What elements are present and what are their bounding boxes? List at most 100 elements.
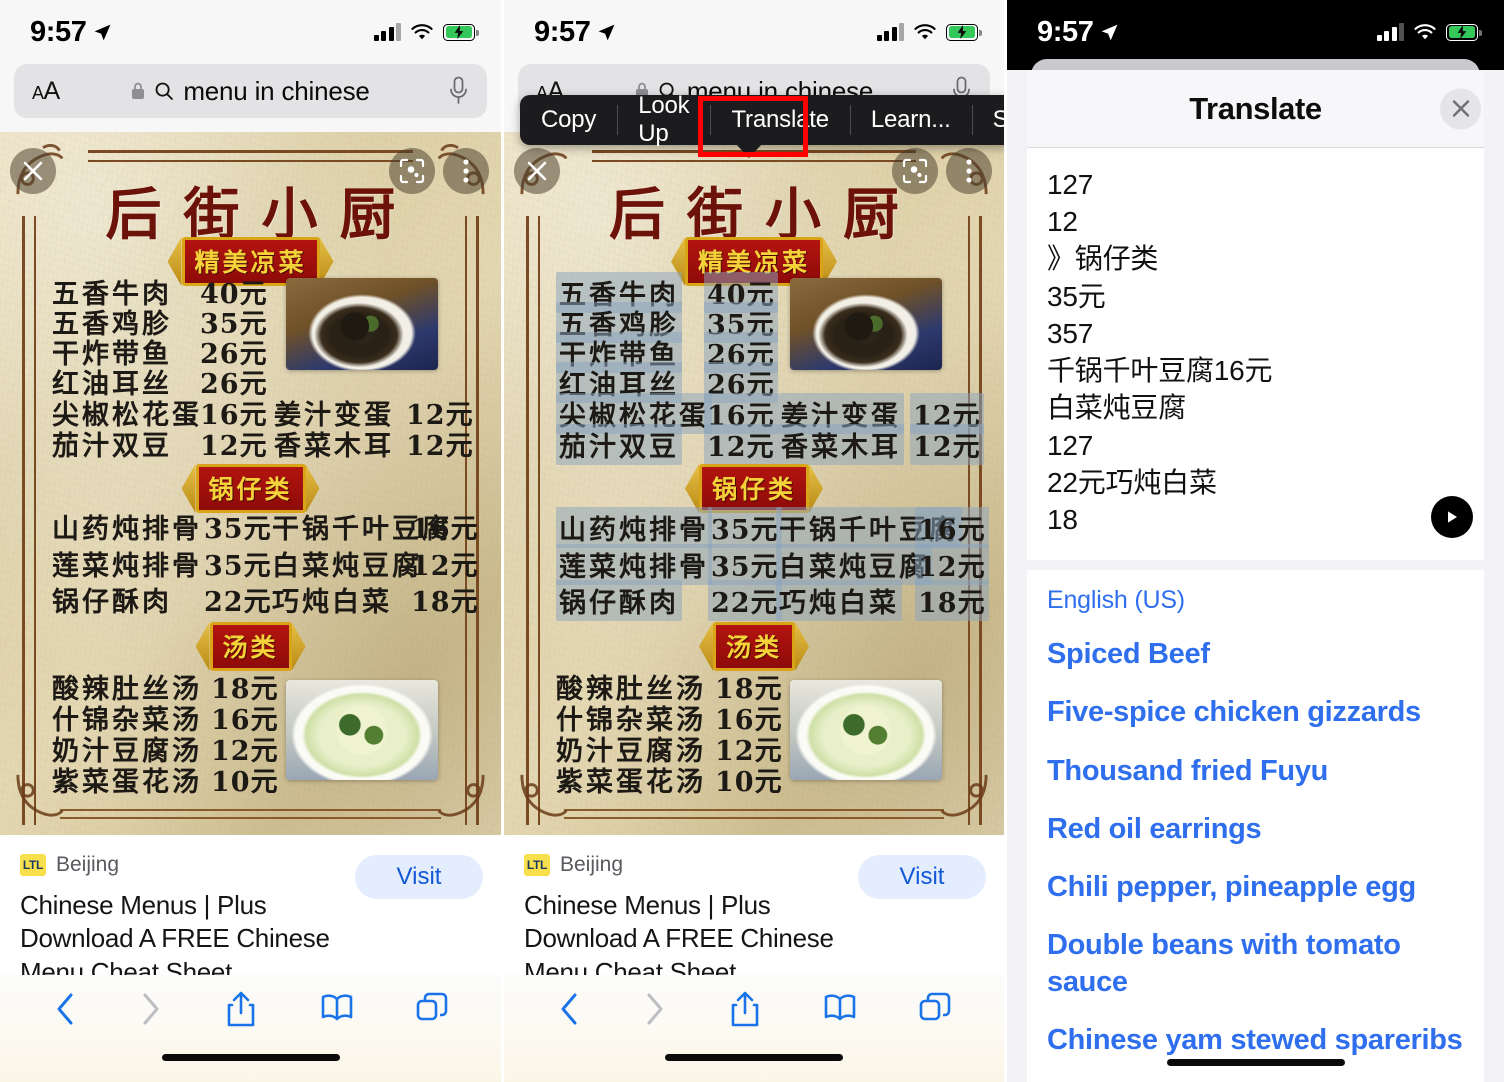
- visit-button[interactable]: Visit: [858, 855, 986, 899]
- menu-item-name[interactable]: 巧炖白菜: [776, 580, 902, 621]
- text-size-button[interactable]: AA: [32, 77, 60, 106]
- menu-item-price[interactable]: 16元: [915, 507, 989, 548]
- context-menu-item-copy[interactable]: Copy: [520, 95, 617, 145]
- lock-icon: [132, 82, 145, 99]
- menu-photo[interactable]: 后街小厨 精美凉菜 五香牛肉 40元 五香鸡胗 35元 干炸带鱼 26元 红油耳…: [0, 132, 501, 835]
- menu-item-price[interactable]: 12元: [910, 424, 984, 465]
- browser-toolbar: [0, 975, 501, 1082]
- menu-item-price: 35元: [204, 514, 272, 545]
- panel-translate-sheet: 9:57 Translate 127 12 》锅仔类 35元 357 千锅千叶豆…: [1004, 0, 1504, 1082]
- menu-item-name[interactable]: 白菜炖豆腐: [776, 544, 932, 585]
- menu-photo[interactable]: 后街小厨 精美凉菜 五香牛肉 40元 五香鸡胗 35元 干炸带鱼 26元 红油耳…: [504, 132, 1004, 835]
- menu-item-price[interactable]: 12元: [704, 424, 778, 465]
- browser-toolbar: [504, 975, 1004, 1082]
- panel-safari-image-result: 9:57 AA menu in chinese 后街小厨 精美凉菜 五香牛肉 4…: [0, 0, 501, 1082]
- play-icon[interactable]: [1431, 496, 1473, 539]
- menu-item-name: 白菜炖豆腐: [272, 551, 422, 582]
- chevron-right-icon: [139, 989, 163, 1029]
- translation-item[interactable]: Chili pepper, pineapple egg: [1047, 869, 1464, 906]
- status-time: 9:57: [30, 15, 87, 48]
- context-menu-item-learn[interactable]: Learn...: [849, 95, 972, 145]
- tabs-icon[interactable]: [919, 989, 951, 1029]
- translated-text-panel: English (US) Spiced Beef Five-spice chic…: [1007, 570, 1504, 1082]
- status-bar-left: 9:57: [534, 16, 616, 49]
- cellular-bars-icon: [373, 23, 401, 41]
- search-query-text: menu in chinese: [183, 75, 370, 106]
- address-bar[interactable]: AA menu in chinese: [14, 64, 487, 118]
- ornament-icon: [437, 774, 485, 817]
- translate-sheet-header: Translate: [1007, 70, 1504, 148]
- share-icon[interactable]: [225, 989, 257, 1029]
- menu-top-rule: [88, 150, 413, 169]
- chevron-left-icon[interactable]: [557, 989, 581, 1029]
- result-title[interactable]: Chinese Menus | Plus Download A FREE Chi…: [524, 889, 854, 989]
- chevron-left-icon[interactable]: [53, 989, 77, 1029]
- status-bar: 9:57: [1007, 0, 1504, 64]
- home-indicator: [161, 1054, 340, 1061]
- target-language-label: English (US): [1047, 586, 1185, 615]
- source-line: 22元巧炖白菜: [1047, 466, 1217, 498]
- menu-item-price: 10元: [715, 767, 783, 798]
- menu-section-heading: 锅仔类: [698, 464, 810, 513]
- menu-item-price[interactable]: 12元: [915, 544, 989, 585]
- dish-photo-soup: [790, 680, 942, 780]
- menu-item-name[interactable]: 锅仔酥肉: [556, 580, 682, 621]
- menu-item-name[interactable]: 香菜木耳: [778, 424, 904, 465]
- translate-sheet: Translate 127 12 》锅仔类 35元 357 千锅千叶豆腐16元 …: [1007, 70, 1504, 1082]
- chevron-right-icon: [643, 989, 667, 1029]
- translation-item[interactable]: Double beans with tomato sauce: [1047, 927, 1464, 1001]
- book-icon[interactable]: [823, 989, 857, 1029]
- search-bar-container: AA menu in chinese: [0, 64, 501, 132]
- location-arrow-icon: [95, 24, 111, 40]
- tabs-icon[interactable]: [416, 989, 448, 1029]
- visit-button[interactable]: Visit: [355, 855, 483, 899]
- close-icon[interactable]: [514, 148, 560, 194]
- dish-photo-cold: [286, 278, 438, 370]
- status-time: 9:57: [1037, 15, 1094, 48]
- google-lens-icon[interactable]: [892, 148, 938, 194]
- panel-text-selection-menu: 9:57 AA menu in chinese 后街小厨 精美凉菜 五香牛肉 4…: [501, 0, 1004, 1082]
- menu-item-price: 12元: [200, 431, 268, 462]
- status-bar-right: [1376, 23, 1482, 41]
- google-lens-icon[interactable]: [389, 148, 435, 194]
- translation-item[interactable]: Spiced Beef: [1047, 636, 1464, 673]
- source-line: 357: [1047, 317, 1094, 349]
- source-text-panel[interactable]: 127 12 》锅仔类 35元 357 千锅千叶豆腐16元 白菜炖豆腐 127 …: [1007, 148, 1504, 561]
- source-line: 35元: [1047, 280, 1106, 312]
- battery-charging-icon: [946, 23, 982, 41]
- menu-item-name: 巧炖白菜: [272, 587, 392, 618]
- translation-item[interactable]: Thousand fried Fuyu: [1047, 753, 1464, 790]
- share-icon[interactable]: [729, 989, 761, 1029]
- source-line: 》锅仔类: [1047, 243, 1159, 275]
- close-icon[interactable]: [1440, 88, 1481, 129]
- more-options-icon[interactable]: [946, 148, 992, 194]
- context-menu-item-share[interactable]: Share...: [971, 95, 1004, 145]
- more-options-icon[interactable]: [443, 148, 489, 194]
- translation-item[interactable]: Chinese yam stewed spareribs: [1047, 1022, 1464, 1059]
- close-icon[interactable]: [10, 148, 56, 194]
- battery-charging-icon: [443, 23, 479, 41]
- book-icon[interactable]: [320, 989, 354, 1029]
- menu-item-price[interactable]: 35元: [708, 507, 782, 548]
- result-title[interactable]: Chinese Menus | Plus Download A FREE Chi…: [20, 889, 350, 989]
- microphone-icon[interactable]: [448, 76, 469, 106]
- toolbar-icons: [504, 975, 1004, 1029]
- location-arrow-icon: [1102, 24, 1118, 40]
- menu-item-price[interactable]: 22元: [708, 580, 782, 621]
- home-indicator: [1166, 1059, 1345, 1066]
- translation-item[interactable]: Red oil earrings: [1047, 811, 1464, 848]
- menu-item-name: 香菜木耳: [274, 431, 394, 462]
- menu-item-name[interactable]: 山药炖排骨: [556, 507, 712, 548]
- menu-item-name[interactable]: 莲菜炖排骨: [556, 544, 712, 585]
- menu-item-price[interactable]: 35元: [708, 544, 782, 585]
- menu-item-price[interactable]: 18元: [915, 580, 989, 621]
- menu-item-name[interactable]: 茄汁双豆: [556, 424, 682, 465]
- menu-item-price: 12元: [411, 551, 479, 582]
- menu-bottom-rule: [60, 803, 441, 819]
- toolbar-icons: [0, 975, 501, 1029]
- cellular-bars-icon: [876, 23, 904, 41]
- page-title: Translate: [1189, 90, 1322, 126]
- translation-item[interactable]: Five-spice chicken gizzards: [1047, 694, 1464, 731]
- translate-highlight-box: [698, 96, 808, 157]
- context-menu-item-look-up[interactable]: Look Up: [617, 92, 710, 147]
